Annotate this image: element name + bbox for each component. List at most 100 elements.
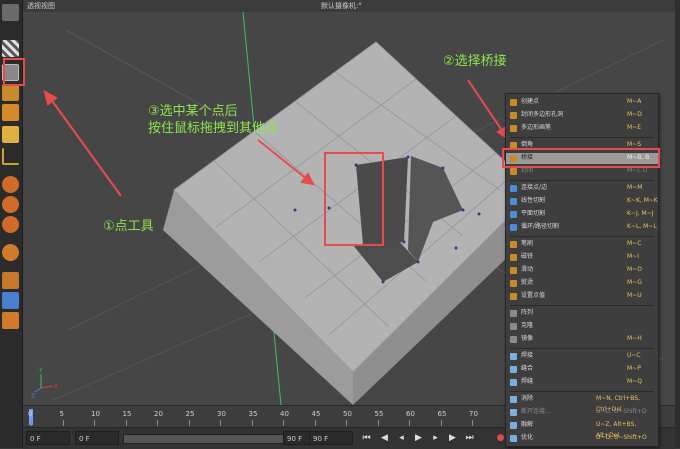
timeline-tick-mark [472, 420, 473, 426]
menu-item-shortcut: M~E [627, 124, 641, 131]
menu-item-shortcut: M~H [627, 335, 642, 342]
menu-item-label: 连接点/边 [521, 184, 548, 191]
go-to-start-icon[interactable]: ⏮ [361, 432, 372, 444]
menu-item-icon [510, 352, 517, 360]
grid-icon[interactable] [2, 272, 19, 289]
menu-separator [510, 348, 654, 349]
timeline-tick-label: 70 [469, 410, 478, 418]
uv-tool-icon[interactable] [2, 126, 19, 143]
menu-item-shortcut: M~C [627, 240, 642, 247]
bridge-item-highlight [502, 148, 660, 168]
menu-item-label: 镜像 [521, 335, 534, 342]
next-key-icon[interactable]: ▶ [447, 432, 458, 444]
menu-item-shortcut: M~Q [627, 378, 642, 385]
menu-item-icon [510, 378, 517, 386]
timeline-tick-label: 5 [59, 410, 64, 418]
layers-icon[interactable] [2, 292, 19, 309]
menu-item[interactable]: 融解 U~Z, Alt+BS, Alt+Del [506, 420, 658, 439]
end-frame-field-2[interactable]: 90 F [309, 431, 353, 445]
menu-item[interactable]: 克隆 [506, 321, 658, 332]
prev-key-icon[interactable]: ◀ [379, 432, 390, 444]
menu-item-icon [510, 434, 517, 442]
menu-item-shortcut: M~I [627, 253, 639, 260]
menu-item-shortcut: U~O, U~Shift+O [596, 434, 647, 441]
checker-tool-icon[interactable] [2, 40, 19, 57]
menu-item-icon [510, 408, 517, 416]
menu-item-icon [510, 184, 517, 192]
timeline-tick-label: 60 [406, 410, 415, 418]
menu-item[interactable]: 线性切割 K~K, M~K [506, 196, 658, 207]
timeline-tick-mark [157, 420, 158, 426]
menu-item-label: 焊接 [521, 352, 534, 359]
menu-item-icon [510, 266, 517, 274]
polygon-tool-icon[interactable] [2, 104, 19, 121]
menu-item-shortcut: M~G [627, 279, 642, 286]
next-frame-icon[interactable]: ▸ [430, 432, 441, 444]
axis-tool-icon[interactable] [2, 148, 19, 165]
menu-item[interactable]: 镜像 M~H [506, 334, 658, 345]
annotation-point-tool: ①点工具 [103, 219, 154, 234]
menu-item[interactable]: 设置点值 M~U [506, 291, 658, 302]
svg-text:X: X [54, 383, 58, 390]
range-slider[interactable] [123, 434, 285, 444]
menu-item[interactable]: 平面切割 K~J, M~J [506, 209, 658, 220]
menu-item[interactable]: 优化 U~O, U~Shift+O [506, 433, 658, 444]
menu-item-label: 创建点 [521, 98, 540, 105]
menu-item[interactable]: 连接点/边 M~M [506, 183, 658, 194]
menu-item-label: 消除 [521, 395, 534, 402]
menu-item[interactable]: 循环/路径切割 K~L, M~L [506, 222, 658, 233]
edge-tool-icon[interactable] [2, 84, 19, 101]
current-frame-field[interactable]: 0 F [26, 431, 70, 445]
menu-item-label: 熨烫 [521, 279, 534, 286]
menu-item[interactable]: 滑动 M~O [506, 265, 658, 276]
move-tool-icon[interactable] [2, 4, 19, 21]
timeline-tick-mark [125, 420, 127, 426]
play-icon[interactable]: ▶ [413, 432, 424, 444]
menu-item-label: 断开连接... [521, 408, 551, 415]
timeline-tick-mark [220, 420, 221, 426]
menu-item[interactable]: 阵列 [506, 308, 658, 319]
camera-name[interactable]: 默认摄像机:° [321, 0, 362, 12]
svg-text:Y: Y [38, 367, 43, 374]
timeline-tick-label: 20 [154, 410, 163, 418]
menu-item-label: 融解 [521, 421, 534, 428]
menu-item-shortcut: M~U [627, 292, 642, 299]
go-to-end-icon[interactable]: ⏭ [464, 432, 475, 444]
menu-item[interactable]: 熨烫 M~G [506, 278, 658, 289]
menu-item-shortcut: K~J, M~J [627, 210, 654, 217]
menu-item-label: 磁铁 [521, 253, 534, 260]
start-frame-field[interactable]: 0 F [75, 431, 119, 445]
lock-icon[interactable] [2, 312, 19, 329]
menu-item[interactable]: 创建点 M~A [506, 97, 658, 108]
menu-item[interactable]: 断开连接... U~D, U~Shift+D [506, 407, 658, 418]
timeline-tick-label: 10 [91, 410, 100, 418]
annotation-select-bridge: ②选择桥接 [443, 54, 507, 69]
menu-item-icon [510, 223, 517, 231]
brush-icon[interactable] [2, 244, 19, 261]
menu-item-label: 线性切割 [521, 197, 546, 204]
menu-item[interactable]: 封闭多边形孔洞 M~D [506, 110, 658, 121]
menu-item[interactable]: 磁铁 M~I [506, 252, 658, 263]
timeline-tick-mark [346, 420, 347, 426]
menu-item[interactable]: 笔刷 M~C [506, 239, 658, 250]
timeline-tick-label: 45 [311, 410, 321, 418]
menu-item-icon [510, 210, 517, 218]
menu-item-icon [510, 309, 517, 317]
snap-icon[interactable] [2, 176, 19, 193]
menu-item-icon [510, 240, 517, 248]
prev-frame-icon[interactable]: ◂ [396, 432, 407, 444]
timeline-tick-label: 25 [185, 410, 195, 418]
menu-item[interactable]: 焊缝 M~Q [506, 377, 658, 388]
workplane-icon[interactable] [2, 216, 19, 233]
timeline-tick-label: 65 [437, 410, 447, 418]
snap-settings-icon[interactable] [2, 196, 19, 213]
menu-item[interactable]: 多边形画笔 M~E [506, 123, 658, 134]
menu-item[interactable]: 消除 M~N, Ctrl+BS, Ctrl+Del [506, 394, 658, 413]
menu-item[interactable]: 焊接 U~C [506, 351, 658, 362]
menu-item-shortcut: M~O [627, 266, 642, 273]
hole-highlight [324, 152, 384, 246]
menu-item-icon [510, 421, 517, 429]
timeline-tick-label: 15 [122, 410, 132, 418]
menu-item-shortcut: M~A [627, 98, 642, 105]
menu-item[interactable]: 缝合 M~P [506, 364, 658, 375]
